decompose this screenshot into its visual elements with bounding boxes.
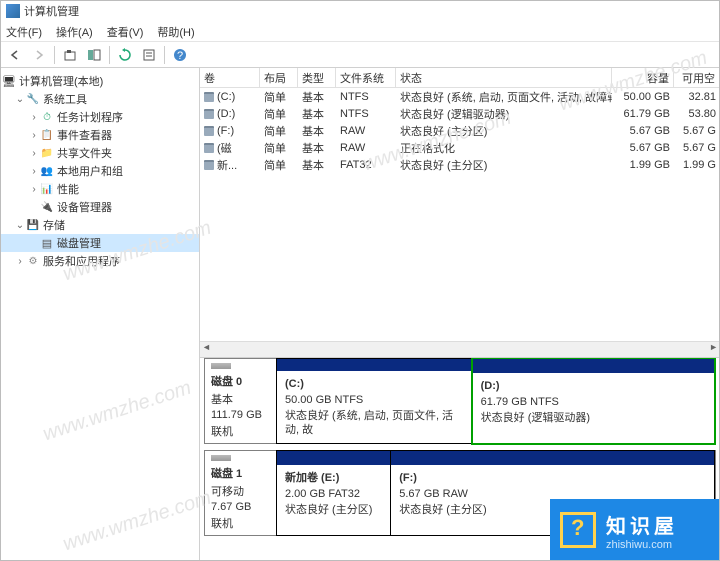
volume-icon <box>204 109 214 119</box>
tree-shared-folders[interactable]: ›共享文件夹 <box>0 144 199 162</box>
tree-root[interactable]: 计算机管理(本地) <box>0 72 199 90</box>
disk-0[interactable]: 磁盘 0 基本 111.79 GB 联机 (C:)50.00 GB NTFS状态… <box>204 358 716 444</box>
partition-d[interactable]: (D:)61.79 GB NTFS状态良好 (逻辑驱动器) <box>472 358 715 444</box>
disk-1-header: 磁盘 1 可移动 7.67 GB 联机 <box>205 451 277 535</box>
logo-icon <box>560 512 596 548</box>
tree-local-users[interactable]: ›本地用户和组 <box>0 162 199 180</box>
tree-performance[interactable]: ›性能 <box>0 180 199 198</box>
col-layout[interactable]: 布局 <box>260 68 298 87</box>
app-icon <box>6 4 20 18</box>
tree-device-manager[interactable]: 设备管理器 <box>0 198 199 216</box>
col-status[interactable]: 状态 <box>396 68 612 87</box>
brand-logo: 知识屋 zhishiwu.com <box>550 499 720 561</box>
menu-action[interactable]: 操作(A) <box>56 24 93 39</box>
partition-e[interactable]: 新加卷 (E:)2.00 GB FAT32状态良好 (主分区) <box>276 450 391 536</box>
col-volume[interactable]: 卷 <box>200 68 260 87</box>
logo-name: 知识屋 <box>606 510 678 539</box>
horizontal-scrollbar[interactable] <box>200 341 720 357</box>
volume-icon <box>204 160 214 170</box>
disk-icon <box>211 455 231 461</box>
tree-services-apps[interactable]: ›服务和应用程序 <box>0 252 199 270</box>
toolbar: ? <box>0 42 720 68</box>
disk-0-header: 磁盘 0 基本 111.79 GB 联机 <box>205 359 277 443</box>
forward-button[interactable] <box>28 44 50 66</box>
volume-icon <box>204 143 214 153</box>
show-hide-button[interactable] <box>83 44 105 66</box>
menu-file[interactable]: 文件(F) <box>6 24 42 39</box>
tree-task-scheduler[interactable]: ›任务计划程序 <box>0 108 199 126</box>
menubar: 文件(F) 操作(A) 查看(V) 帮助(H) <box>0 22 720 42</box>
up-button[interactable] <box>59 44 81 66</box>
tree-event-viewer[interactable]: ›事件查看器 <box>0 126 199 144</box>
svg-text:?: ? <box>177 50 183 62</box>
volume-row[interactable]: (D:)简单基本NTFS状态良好 (逻辑驱动器)61.79 GB53.80 <box>200 105 720 122</box>
volume-icon <box>204 92 214 102</box>
partition-c[interactable]: (C:)50.00 GB NTFS状态良好 (系统, 启动, 页面文件, 活动,… <box>276 358 473 444</box>
window-title: 计算机管理 <box>24 3 79 19</box>
col-free[interactable]: 可用空 <box>674 68 720 87</box>
col-type[interactable]: 类型 <box>298 68 336 87</box>
nav-tree: 计算机管理(本地) ⌄系统工具 ›任务计划程序 ›事件查看器 ›共享文件夹 ›本… <box>0 68 200 560</box>
refresh-button[interactable] <box>114 44 136 66</box>
menu-help[interactable]: 帮助(H) <box>157 24 194 39</box>
volume-row[interactable]: (磁简单基本RAW正在格式化5.67 GB5.67 G <box>200 139 720 156</box>
volume-icon <box>204 126 214 136</box>
col-filesystem[interactable]: 文件系统 <box>336 68 396 87</box>
volume-row[interactable]: (C:)简单基本NTFS状态良好 (系统, 启动, 页面文件, 活动, 故障转储… <box>200 88 720 105</box>
tree-storage[interactable]: ⌄存储 <box>0 216 199 234</box>
help-button[interactable]: ? <box>169 44 191 66</box>
tree-systools[interactable]: ⌄系统工具 <box>0 90 199 108</box>
col-capacity[interactable]: 容量 <box>612 68 674 87</box>
volume-row[interactable]: (F:)简单基本RAW状态良好 (主分区)5.67 GB5.67 G <box>200 122 720 139</box>
logo-url: zhishiwu.com <box>606 539 678 551</box>
tree-disk-management[interactable]: 磁盘管理 <box>0 234 199 252</box>
menu-view[interactable]: 查看(V) <box>107 24 144 39</box>
volume-list: (C:)简单基本NTFS状态良好 (系统, 启动, 页面文件, 活动, 故障转储… <box>200 88 720 341</box>
properties-button[interactable] <box>138 44 160 66</box>
volume-row[interactable]: 新...简单基本FAT32状态良好 (主分区)1.99 GB1.99 G <box>200 156 720 173</box>
volume-header: 卷 布局 类型 文件系统 状态 容量 可用空 <box>200 68 720 88</box>
back-button[interactable] <box>4 44 26 66</box>
disk-icon <box>211 363 231 369</box>
